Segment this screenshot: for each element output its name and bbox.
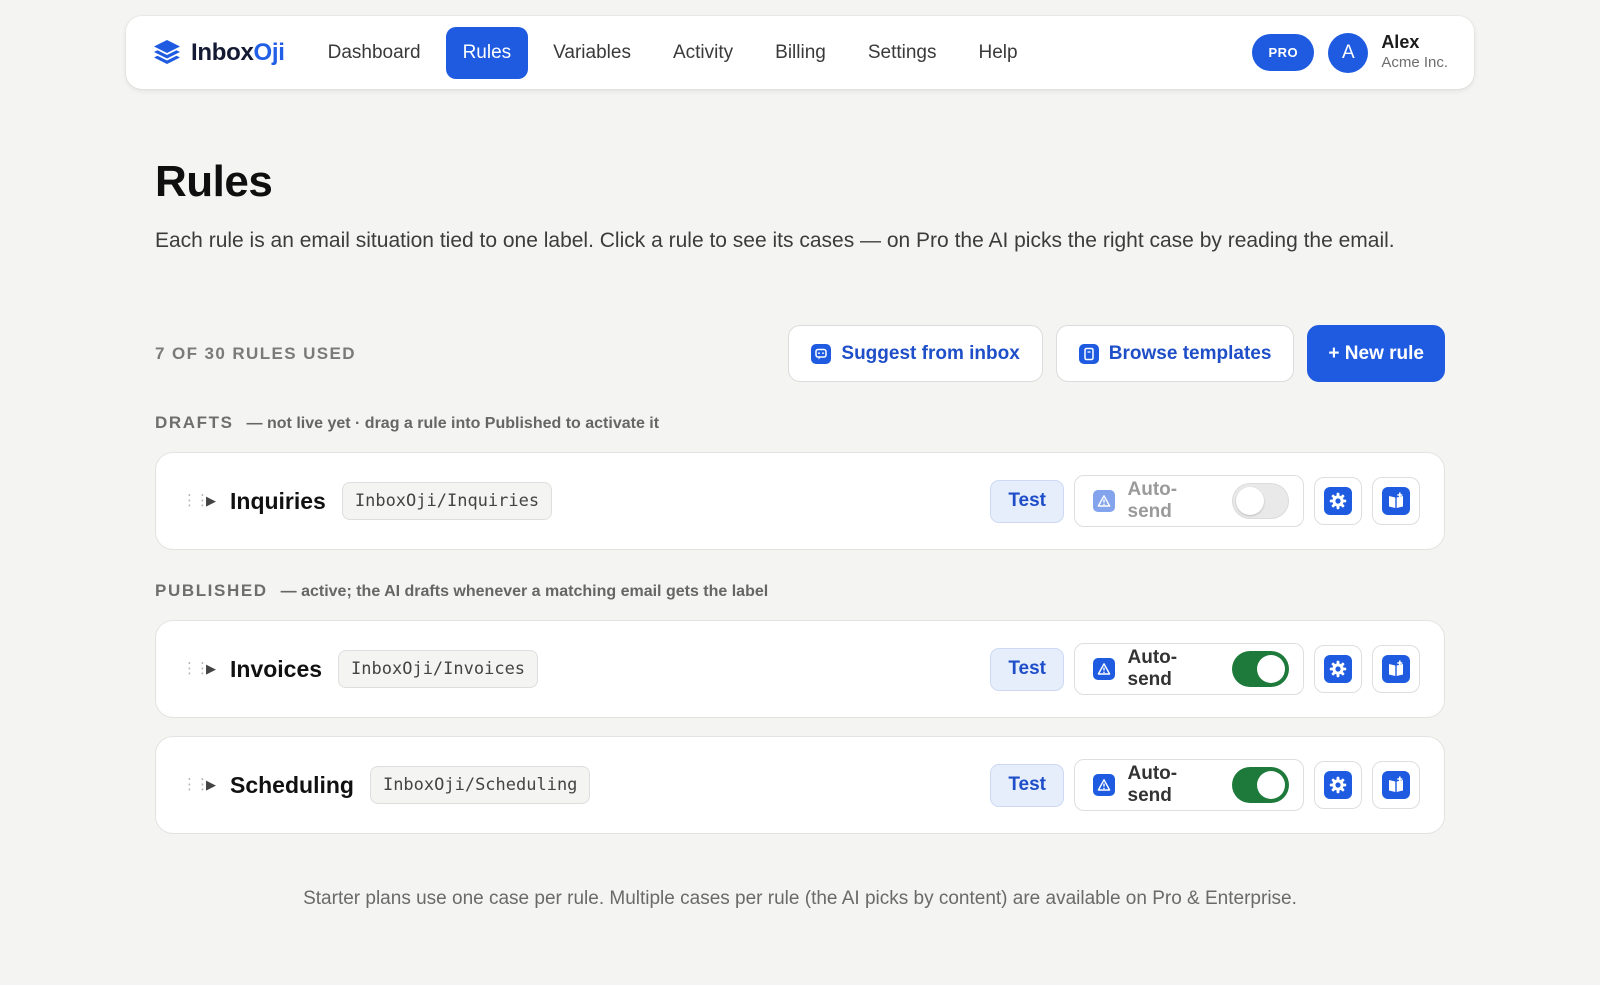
warning-triangle-icon <box>1093 774 1115 796</box>
page-description: Each rule is an email situation tied to … <box>155 229 1395 252</box>
drag-handle-icon[interactable]: ⋮⋮ <box>182 493 210 508</box>
autosend-control: Auto-send <box>1074 643 1304 695</box>
warning-triangle-icon <box>1093 658 1115 680</box>
rule-name[interactable]: Invoices <box>230 656 322 683</box>
caret-right-icon[interactable]: ▶ <box>206 777 216 793</box>
autosend-control: Auto-send <box>1074 759 1304 811</box>
browse-templates-button[interactable]: Browse templates <box>1055 325 1295 382</box>
caret-right-icon[interactable]: ▶ <box>206 493 216 509</box>
user-org: Acme Inc. <box>1381 54 1448 72</box>
stack-logo-icon <box>154 39 180 64</box>
nav-activity[interactable]: Activity <box>656 27 750 79</box>
rule-gmail-label: InboxOji/Invoices <box>338 650 539 688</box>
test-button[interactable]: Test <box>990 763 1064 807</box>
rule-actions: Test Auto-send <box>990 643 1420 695</box>
nav-dashboard[interactable]: Dashboard <box>311 27 438 79</box>
test-button[interactable]: Test <box>990 647 1064 691</box>
rule-card-scheduling[interactable]: ⋮⋮ ▶ Scheduling InboxOji/Scheduling Test… <box>155 736 1445 834</box>
autosend-label: Auto-send <box>1127 763 1178 806</box>
rule-gmail-label: InboxOji/Inquiries <box>341 482 553 520</box>
user-name: Alex <box>1381 32 1420 53</box>
rule-cases-button[interactable] <box>1372 477 1420 525</box>
rule-gmail-label: InboxOji/Scheduling <box>369 766 591 804</box>
autosend-label: Auto-send <box>1127 647 1178 690</box>
user-area: PRO A Alex Acme Inc. <box>1252 32 1448 73</box>
templates-label: Browse templates <box>1108 342 1272 364</box>
rule-card-invoices[interactable]: ⋮⋮ ▶ Invoices InboxOji/Invoices Test Aut… <box>155 620 1445 718</box>
nav-rules[interactable]: Rules <box>445 26 529 79</box>
autosend-toggle[interactable] <box>1232 767 1289 803</box>
rule-actions: Test Auto-send <box>990 475 1420 527</box>
autosend-control: Auto-send <box>1074 475 1304 527</box>
nav-variables[interactable]: Variables <box>536 27 648 79</box>
brand-name: InboxOji <box>191 38 285 66</box>
plan-badge[interactable]: PRO <box>1252 34 1315 71</box>
autosend-toggle[interactable] <box>1232 651 1289 687</box>
suggest-from-inbox-button[interactable]: Suggest from inbox <box>788 325 1043 382</box>
caret-right-icon[interactable]: ▶ <box>206 661 216 677</box>
rule-cases-button[interactable] <box>1372 761 1420 809</box>
main-nav: Dashboard Rules Variables Activity Billi… <box>311 26 1035 79</box>
autosend-toggle[interactable] <box>1232 483 1289 519</box>
user-info[interactable]: Alex Acme Inc. <box>1381 33 1448 71</box>
brand-logo[interactable]: InboxOji <box>152 38 285 68</box>
nav-billing[interactable]: Billing <box>758 27 843 79</box>
new-rule-button[interactable]: + New rule <box>1307 325 1445 382</box>
gear-icon <box>1324 771 1352 799</box>
plan-footnote: Starter plans use one case per rule. Mul… <box>303 888 1297 909</box>
section-note: — not live yet · drag a rule into Publis… <box>246 415 660 432</box>
rule-name[interactable]: Inquiries <box>230 488 326 515</box>
nav-settings[interactable]: Settings <box>851 27 954 79</box>
rule-name[interactable]: Scheduling <box>230 772 354 799</box>
suggest-label: Suggest from inbox <box>841 342 1020 364</box>
published-section-header: PUBLISHED — active; the AI drafts whenev… <box>155 581 768 601</box>
rule-cases-button[interactable] <box>1372 645 1420 693</box>
book-plus-icon <box>1382 771 1410 799</box>
autosend-label: Auto-send <box>1127 479 1178 522</box>
test-button[interactable]: Test <box>990 479 1064 523</box>
rule-actions: Test Auto-send <box>990 759 1420 811</box>
toolbar: Suggest from inbox Browse templates + Ne… <box>788 325 1445 382</box>
drag-handle-icon[interactable]: ⋮⋮ <box>182 777 210 792</box>
top-navbar: InboxOji Dashboard Rules Variables Activ… <box>126 16 1474 89</box>
gear-icon <box>1324 655 1352 683</box>
drafts-section-header: DRAFTS — not live yet · drag a rule into… <box>155 413 659 433</box>
rule-card-inquiries[interactable]: ⋮⋮ ▶ Inquiries InboxOji/Inquiries Test A… <box>155 452 1445 550</box>
page-title: Rules <box>155 157 273 206</box>
gear-icon <box>1324 487 1352 515</box>
book-plus-icon <box>1382 487 1410 515</box>
rule-settings-button[interactable] <box>1314 761 1362 809</box>
template-doc-icon <box>1078 343 1099 364</box>
section-note: — active; the AI drafts whenever a match… <box>280 583 769 600</box>
avatar[interactable]: A <box>1328 32 1369 73</box>
chat-bubble-icon <box>811 343 832 364</box>
section-title: DRAFTS <box>155 413 234 432</box>
nav-help[interactable]: Help <box>962 27 1035 79</box>
drag-handle-icon[interactable]: ⋮⋮ <box>182 661 210 676</box>
section-title: PUBLISHED <box>155 581 268 600</box>
warning-triangle-icon <box>1093 490 1115 512</box>
book-plus-icon <box>1382 655 1410 683</box>
rule-settings-button[interactable] <box>1314 645 1362 693</box>
rules-usage-counter: 7 OF 30 RULES USED <box>155 344 356 363</box>
rule-settings-button[interactable] <box>1314 477 1362 525</box>
